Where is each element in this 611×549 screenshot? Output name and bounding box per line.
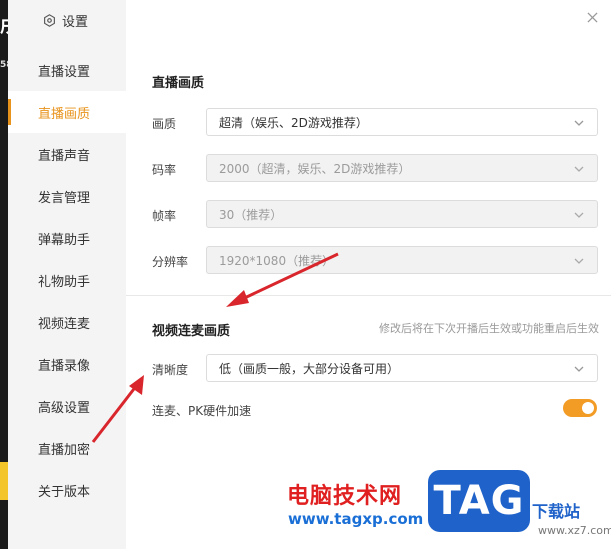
resolution-select-value: 1920*1080（推荐） — [219, 253, 335, 268]
background-app-strip: 戌 58 — [0, 0, 18, 549]
sidebar-item-label: 视频连麦 — [38, 316, 91, 332]
hardware-acceleration-toggle[interactable] — [563, 399, 597, 417]
background-text-fragment: 58 — [0, 60, 13, 70]
framerate-select-value: 30（推荐） — [219, 207, 283, 222]
sidebar-item-label: 直播声音 — [38, 148, 91, 164]
sidebar-header-title: 设置 — [62, 14, 89, 30]
hardware-acceleration-label: 连麦、PK硬件加速 — [152, 404, 252, 418]
chevron-down-icon — [574, 166, 584, 172]
sidebar-item-live-recording[interactable]: 直播录像 — [8, 343, 126, 385]
sidebar-item-label: 高级设置 — [38, 400, 91, 416]
section-divider — [126, 295, 611, 296]
clarity-label: 清晰度 — [152, 363, 189, 377]
sidebar-item-chat-management[interactable]: 发言管理 — [8, 175, 126, 217]
bitrate-label: 码率 — [152, 163, 177, 177]
sidebar-item-gift-assistant[interactable]: 礼物助手 — [8, 259, 126, 301]
sidebar-item-video-mic[interactable]: 视频连麦 — [8, 301, 126, 343]
chevron-down-icon — [574, 120, 584, 126]
sidebar-item-live-encryption[interactable]: 直播加密 — [8, 427, 126, 469]
quality-select[interactable]: 超清（娱乐、2D游戏推荐） — [206, 108, 598, 136]
chevron-down-icon — [574, 366, 584, 372]
sidebar-item-live-audio[interactable]: 直播声音 — [8, 133, 126, 175]
clarity-select-value: 低（画质一般，大部分设备可用） — [219, 361, 400, 376]
framerate-select[interactable]: 30（推荐） — [206, 200, 598, 228]
sidebar-item-label: 发言管理 — [38, 190, 91, 206]
chevron-down-icon — [574, 258, 584, 264]
resolution-label: 分辨率 — [152, 255, 189, 269]
sidebar-item-live-settings[interactable]: 直播设置 — [8, 49, 126, 91]
sidebar-item-label: 关于版本 — [38, 484, 91, 500]
clarity-select[interactable]: 低（画质一般，大部分设备可用） — [206, 354, 598, 382]
background-highlight — [0, 462, 8, 500]
bitrate-select-value: 2000（超清，娱乐、2D游戏推荐） — [219, 161, 411, 176]
sidebar-item-live-quality[interactable]: 直播画质 — [8, 91, 126, 133]
sidebar-item-advanced-settings[interactable]: 高级设置 — [8, 385, 126, 427]
watermark-logo-badge: TAG — [428, 470, 530, 532]
toggle-knob — [582, 402, 594, 414]
watermark-site-name: 电脑技术网 — [287, 484, 403, 509]
settings-content-panel: 直播画质 画质 超清（娱乐、2D游戏推荐） 码率 2000（超清，娱乐、2D游戏… — [126, 0, 611, 549]
sidebar-item-label: 直播录像 — [38, 358, 91, 374]
framerate-label: 帧率 — [152, 209, 177, 223]
sidebar-header: 设置 — [43, 10, 88, 30]
settings-sidebar: 设置 直播设置 直播画质 直播声音 发言管理 弹幕助手 礼物助手 视频连麦 直播… — [8, 0, 126, 549]
restart-hint-text: 修改后将在下次开播后生效或功能重启后生效 — [379, 322, 599, 335]
quality-select-value: 超清（娱乐、2D游戏推荐） — [219, 115, 368, 130]
resolution-select[interactable]: 1920*1080（推荐） — [206, 246, 598, 274]
watermark-secondary-url: www.xz7.com — [538, 524, 611, 537]
close-button[interactable] — [583, 10, 601, 28]
background-text-fragment: 戌 — [0, 12, 18, 38]
watermark-url: www.tagxp.com — [288, 510, 424, 528]
watermark-download-site: 下载站 — [532, 502, 581, 521]
quality-label: 画质 — [152, 117, 177, 131]
section-title-live-quality: 直播画质 — [152, 76, 205, 91]
section-title-video-mic-quality: 视频连麦画质 — [152, 324, 231, 339]
sidebar-item-label: 弹幕助手 — [38, 232, 91, 248]
chevron-down-icon — [574, 212, 584, 218]
sidebar-item-label: 直播画质 — [38, 106, 91, 122]
sidebar-item-label: 礼物助手 — [38, 274, 91, 290]
sidebar-item-label: 直播设置 — [38, 64, 91, 80]
gear-icon — [44, 13, 55, 27]
sidebar-item-danmaku-assistant[interactable]: 弹幕助手 — [8, 217, 126, 259]
close-icon — [586, 12, 598, 23]
sidebar-item-label: 直播加密 — [38, 442, 91, 458]
sidebar-item-about-version[interactable]: 关于版本 — [8, 469, 126, 511]
bitrate-select[interactable]: 2000（超清，娱乐、2D游戏推荐） — [206, 154, 598, 182]
